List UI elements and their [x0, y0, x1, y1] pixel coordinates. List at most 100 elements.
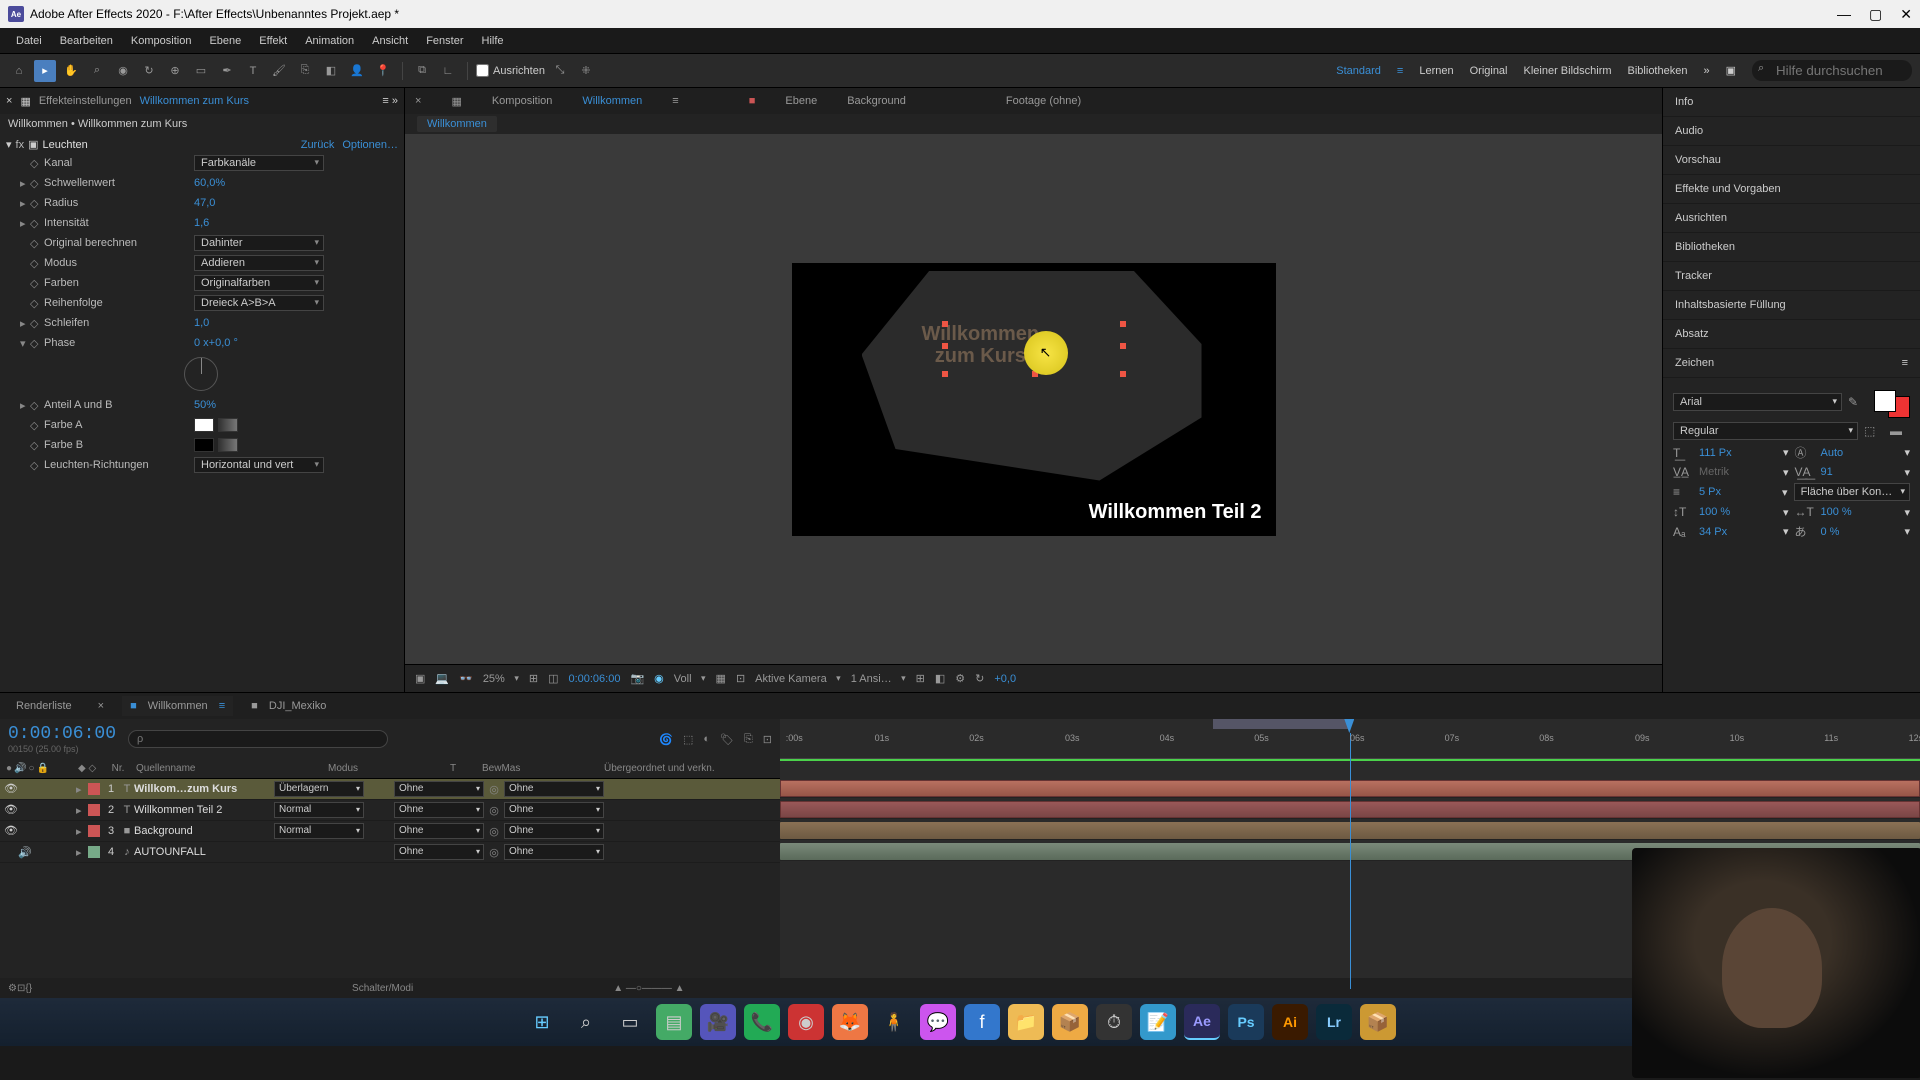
- zoom-dropdown[interactable]: 25%: [483, 673, 519, 685]
- tb-lightroom[interactable]: Lr: [1316, 1004, 1352, 1040]
- prop-schwelle-value[interactable]: 60,0%: [194, 177, 225, 189]
- prop-schleifen-value[interactable]: 1,0: [194, 317, 209, 329]
- kerning-dd-icon[interactable]: ▾: [1783, 466, 1789, 479]
- tracking-value[interactable]: 91: [1821, 466, 1899, 478]
- font-style-dropdown[interactable]: Regular: [1673, 422, 1858, 440]
- font-family-dropdown[interactable]: Arial: [1673, 393, 1842, 411]
- sel-handle[interactable]: [1120, 343, 1126, 349]
- stroke-option-dropdown[interactable]: Fläche über Kon…: [1794, 483, 1910, 501]
- layer-name[interactable]: Willkommen Teil 2: [134, 804, 274, 816]
- layer-name[interactable]: Willkom…zum Kurs: [134, 783, 274, 795]
- eraser-tool[interactable]: ◧: [320, 60, 342, 82]
- views-dropdown[interactable]: 1 Ansi…: [851, 673, 906, 685]
- vf-icon[interactable]: ↻: [975, 672, 984, 685]
- exposure-value[interactable]: +0,0: [994, 673, 1016, 685]
- effect-reset-link[interactable]: Zurück: [301, 139, 335, 151]
- status-switches-label[interactable]: Schalter/Modi: [352, 983, 413, 994]
- effect-toggle-tri[interactable]: ▾: [6, 138, 12, 151]
- menu-bearbeiten[interactable]: Bearbeiten: [52, 31, 121, 51]
- menu-effekt[interactable]: Effekt: [251, 31, 295, 51]
- panel-menu-icon[interactable]: ≡ »: [382, 95, 398, 107]
- panel-ausrichten[interactable]: Ausrichten: [1663, 204, 1920, 233]
- brush-tool[interactable]: 🖌: [268, 60, 290, 82]
- zoom-tool[interactable]: ⌕: [86, 60, 108, 82]
- tl-icon[interactable]: 🏷: [720, 733, 734, 746]
- tl-icon[interactable]: ⬚: [683, 733, 693, 746]
- time-ruler[interactable]: :00s 01s 02s 03s 04s 05s 06s 07s 08s 09s…: [780, 719, 1920, 759]
- snap-more-icon[interactable]: ⁜: [575, 60, 597, 82]
- project-tab-icon[interactable]: ▦: [20, 95, 30, 108]
- tl-icon[interactable]: ◐: [703, 733, 710, 746]
- phase-dial[interactable]: [184, 357, 218, 391]
- layer-color-swatch[interactable]: [88, 783, 100, 795]
- tb-search[interactable]: ⌕: [568, 1004, 604, 1040]
- tb-explorer[interactable]: ▤: [656, 1004, 692, 1040]
- panel-vorschau[interactable]: Vorschau: [1663, 146, 1920, 175]
- tab-willkommen[interactable]: ■ Willkommen ≡: [122, 696, 233, 716]
- comp-tab-close-icon[interactable]: ×: [415, 95, 421, 107]
- effect-name[interactable]: Leuchten: [43, 139, 88, 151]
- selection-tool[interactable]: ▸: [34, 60, 56, 82]
- menu-komposition[interactable]: Komposition: [123, 31, 200, 51]
- maximize-button[interactable]: ▢: [1869, 6, 1882, 23]
- baseline-dd-icon[interactable]: ▾: [1783, 525, 1789, 538]
- blend-mode-dropdown[interactable]: Überlagern: [274, 781, 364, 797]
- panel-absatz[interactable]: Absatz: [1663, 320, 1920, 349]
- menu-fenster[interactable]: Fenster: [418, 31, 471, 51]
- tb-obs[interactable]: ⏱: [1096, 1004, 1132, 1040]
- prop-schwelle-tri[interactable]: ▸: [20, 177, 30, 190]
- tb-folder[interactable]: 📁: [1008, 1004, 1044, 1040]
- tb-messenger[interactable]: 💬: [920, 1004, 956, 1040]
- snap-checkbox[interactable]: [476, 64, 489, 77]
- prop-farben-dropdown[interactable]: Originalfarben: [194, 275, 324, 291]
- vf-icon[interactable]: ⊞: [529, 672, 538, 685]
- effect-enable-icon[interactable]: ▣: [28, 138, 38, 151]
- workspace-klein[interactable]: Kleiner Bildschirm: [1524, 65, 1612, 77]
- vf-icon[interactable]: 👓: [459, 672, 473, 685]
- prop-anteil-value[interactable]: 50%: [194, 399, 216, 411]
- layer-row[interactable]: 👁 ▸ 3 ■ Background Normal Ohne ◎ Ohne: [0, 821, 780, 842]
- menu-ebene[interactable]: Ebene: [201, 31, 249, 51]
- vf-icon[interactable]: ◫: [548, 672, 558, 685]
- resolution-dropdown[interactable]: Voll: [674, 673, 706, 685]
- prop-farbeB-swatch[interactable]: [194, 438, 214, 452]
- leading-value[interactable]: Auto: [1821, 447, 1899, 459]
- eyedropper-icon[interactable]: ✎: [1848, 395, 1868, 409]
- layer-row[interactable]: 👁 ▸ 2 T Willkommen Teil 2 Normal Ohne ◎ …: [0, 800, 780, 821]
- minimize-button[interactable]: —: [1837, 6, 1851, 23]
- tsume-dd-icon[interactable]: ▾: [1904, 525, 1910, 538]
- tl-icon[interactable]: ⊡: [763, 733, 772, 746]
- track-matte-dropdown[interactable]: Ohne: [394, 781, 484, 797]
- text-layer-1[interactable]: Willkommen zum Kurs: [922, 323, 1040, 367]
- panel-zeichen-header[interactable]: Zeichen ≡: [1663, 349, 1920, 378]
- ebene-tab-label[interactable]: Ebene: [785, 95, 817, 107]
- tb-app[interactable]: 📦: [1360, 1004, 1396, 1040]
- menu-ansicht[interactable]: Ansicht: [364, 31, 416, 51]
- timeline-timecode[interactable]: 0:00:06:00: [8, 724, 116, 744]
- effect-options-link[interactable]: Optionen…: [342, 139, 398, 151]
- vscale-dd-icon[interactable]: ▾: [1783, 506, 1789, 519]
- sel-handle[interactable]: [942, 321, 948, 327]
- channel-icon[interactable]: ◉: [654, 672, 664, 685]
- layer-color-swatch[interactable]: [88, 825, 100, 837]
- stroke-dd-icon[interactable]: ▾: [1782, 486, 1788, 499]
- comp-tab-name[interactable]: Willkommen: [582, 95, 642, 107]
- puppet-tool[interactable]: 📍: [372, 60, 394, 82]
- tb-facebook[interactable]: f: [964, 1004, 1000, 1040]
- tl-icon[interactable]: ⎘: [744, 733, 753, 746]
- track-matte-dropdown[interactable]: Ohne: [394, 823, 484, 839]
- sel-handle[interactable]: [1120, 321, 1126, 327]
- roto-tool[interactable]: 👤: [346, 60, 368, 82]
- status-icon[interactable]: ⚙: [8, 983, 17, 994]
- vf-icon[interactable]: 💻: [435, 672, 449, 685]
- panel-bibliotheken[interactable]: Bibliotheken: [1663, 233, 1920, 262]
- vf-icon[interactable]: ▦: [716, 672, 726, 685]
- blend-mode-dropdown[interactable]: Normal: [274, 823, 364, 839]
- tb-photoshop[interactable]: Ps: [1228, 1004, 1264, 1040]
- parent-pickwhip-icon[interactable]: ◎: [484, 825, 504, 838]
- prop-farbeA-swatch[interactable]: [194, 418, 214, 432]
- leading-dd-icon[interactable]: ▾: [1904, 446, 1910, 459]
- composition-viewer[interactable]: Willkommen zum Kurs ↖ Willkommen Teil 2: [405, 134, 1662, 664]
- workspace-bibliotheken[interactable]: Bibliotheken: [1628, 65, 1688, 77]
- vf-icon[interactable]: ⊞: [916, 672, 925, 685]
